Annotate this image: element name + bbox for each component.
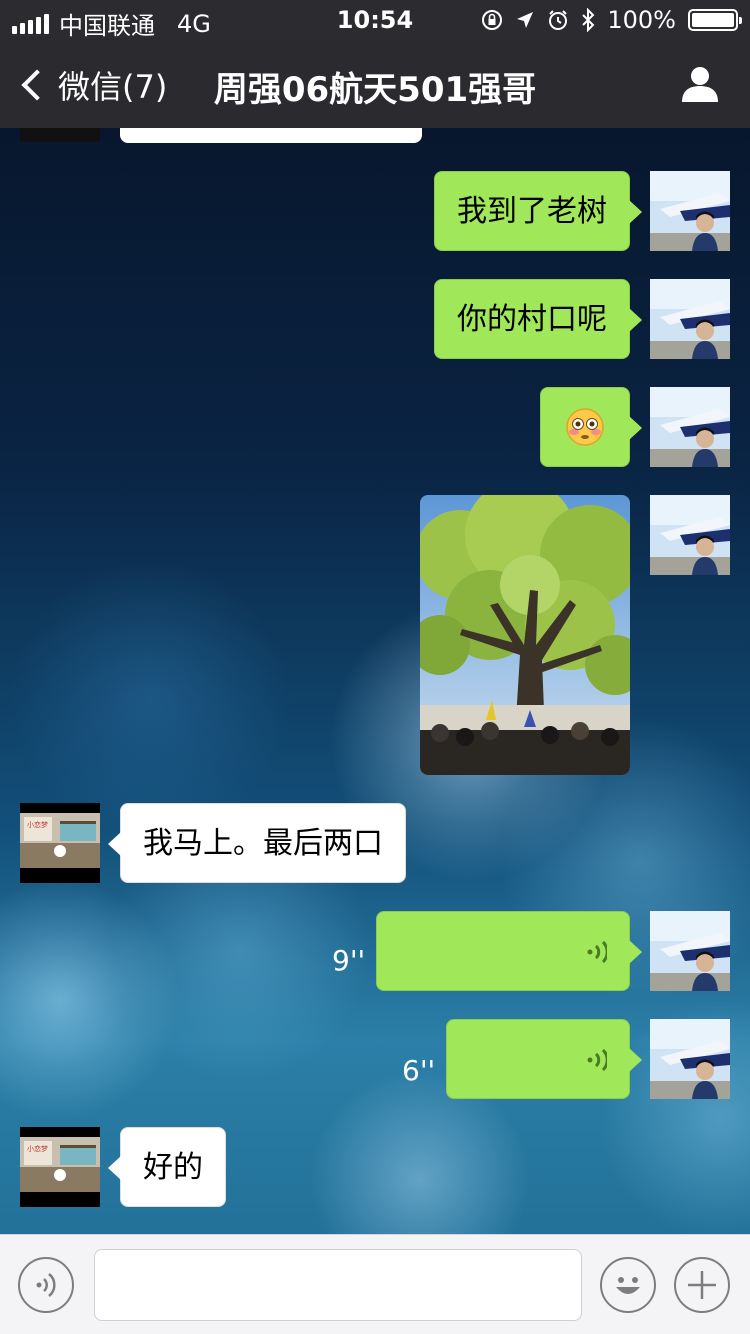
- avatar-friend[interactable]: 小恋梦: [20, 1127, 100, 1207]
- message-bubble-them[interactable]: 好的: [108, 1127, 226, 1207]
- location-icon: [517, 12, 534, 28]
- avatar-me[interactable]: [650, 911, 730, 991]
- emoji-icon: [616, 1277, 640, 1294]
- message-bubble-partial: [120, 128, 422, 143]
- plus-icon: [688, 1271, 716, 1299]
- voice-message-bubble[interactable]: [376, 911, 642, 991]
- svg-text:小恋梦: 小恋梦: [27, 820, 48, 829]
- status-bar: 中国联通 4G 10:54 100%: [0, 0, 750, 40]
- avatar-me[interactable]: [650, 1019, 730, 1099]
- avatar-me[interactable]: [650, 171, 730, 251]
- avatar-me[interactable]: [650, 387, 730, 467]
- message-input[interactable]: [94, 1249, 582, 1321]
- voice-message-bubble[interactable]: [446, 1019, 642, 1099]
- input-bar: [0, 1234, 750, 1334]
- message-bubble-emoji[interactable]: [540, 387, 642, 467]
- orientation-lock-icon: [482, 10, 503, 30]
- message-bubble-me[interactable]: 我到了老树: [434, 171, 642, 251]
- svg-text:小恋梦: 小恋梦: [27, 1144, 48, 1153]
- avatar-friend[interactable]: [20, 128, 100, 142]
- flushed-face-icon: [566, 407, 604, 446]
- battery-icon: [688, 9, 742, 31]
- battery-percent: 100%: [607, 6, 676, 34]
- alarm-icon: [549, 10, 568, 30]
- voice-duration: 6'': [402, 1054, 436, 1087]
- voice-wave-icon: [587, 940, 607, 964]
- voice-mode-icon: [36, 1273, 56, 1297]
- photo-message[interactable]: [420, 495, 630, 775]
- avatar-me[interactable]: [650, 495, 730, 575]
- bluetooth-icon: [582, 8, 595, 32]
- voice-wave-icon: [587, 1048, 607, 1072]
- back-button[interactable]: 微信(7): [20, 62, 167, 108]
- more-button[interactable]: [674, 1257, 730, 1313]
- voice-duration: 9'': [332, 944, 366, 977]
- chat-title: 周强06航天501强哥: [213, 70, 537, 110]
- message-bubble-them[interactable]: 我马上。最后两口: [108, 803, 406, 883]
- emoji-button[interactable]: [600, 1257, 656, 1313]
- avatar-me[interactable]: [650, 279, 730, 359]
- person-icon[interactable]: [680, 64, 720, 104]
- avatar-friend[interactable]: 小恋梦: [20, 803, 100, 883]
- voice-mode-button[interactable]: [18, 1257, 74, 1313]
- chevron-left-icon: [21, 69, 53, 101]
- message-bubble-me[interactable]: 你的村口呢: [434, 279, 642, 359]
- nav-bar: 微信(7) 周强06航天501强哥: [0, 40, 750, 128]
